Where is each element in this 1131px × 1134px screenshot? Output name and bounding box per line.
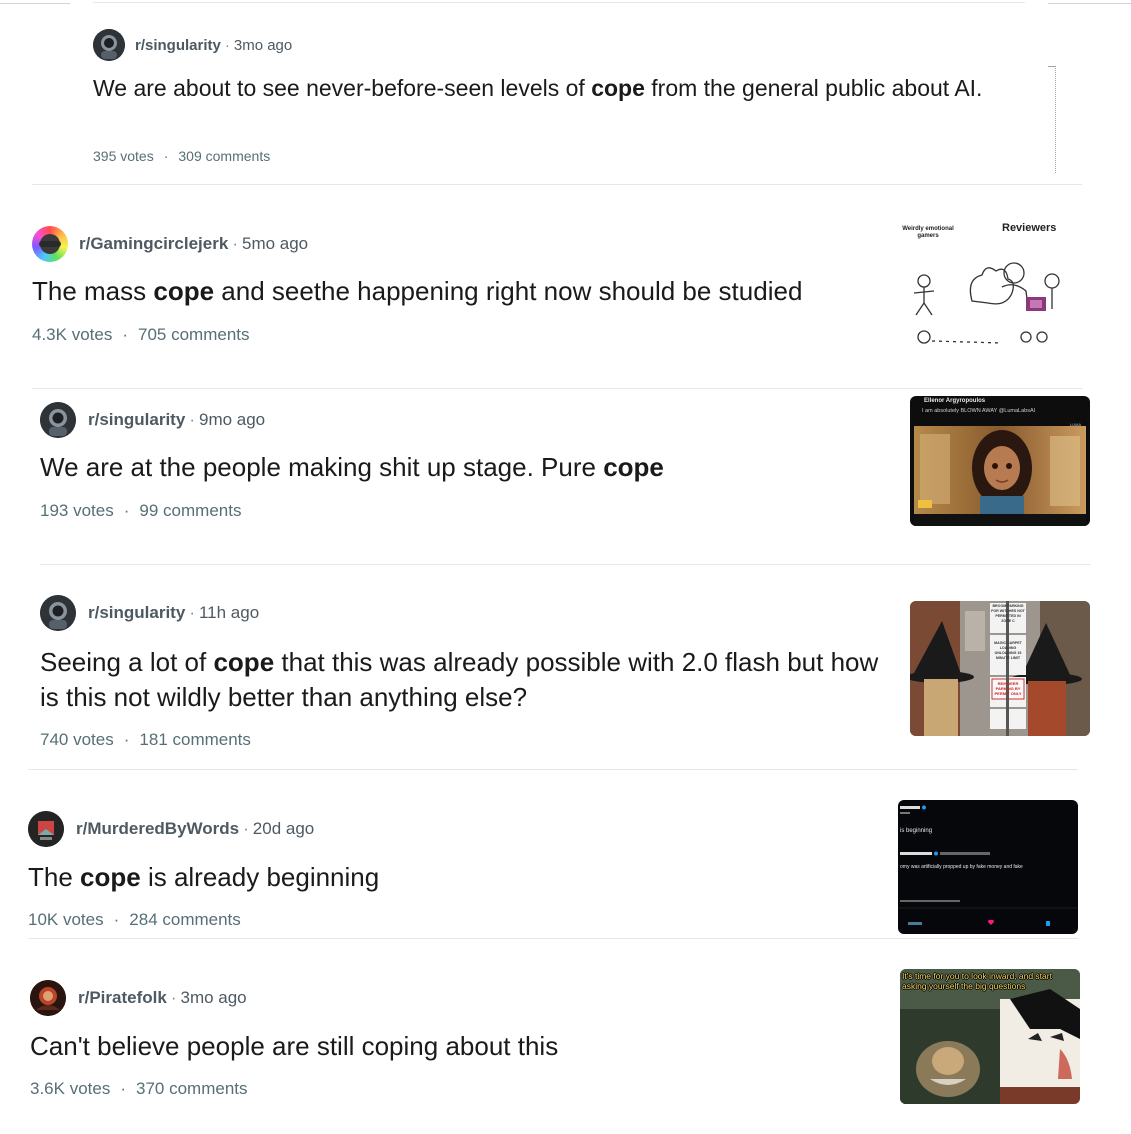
post-age: 11h ago [198,603,260,622]
post-card[interactable]: r/singularity · 9mo ago We are at the pe… [0,389,1131,564]
title-text: The [28,862,81,892]
subreddit-avatar[interactable] [93,29,125,61]
vote-count: 3.6K votes [30,1079,111,1098]
post-stats: 10K votes · 284 comments [28,910,241,930]
post-thumbnail[interactable]: It's time for you to look inward, and st… [900,969,1080,1104]
meta-separator: · [189,603,195,622]
meta-separator: · [243,819,249,838]
post-meta: r/singularity · 11h ago [40,595,259,631]
post-title[interactable]: The mass cope and seethe happening right… [32,276,892,307]
post-meta: r/MurderedByWords · 20d ago [28,811,314,847]
post-meta: r/singularity · 9mo ago [40,402,265,438]
post-age: 9mo ago [198,410,266,429]
stick-figure-drawing [913,262,1060,344]
vote-count: 395 votes [93,148,154,164]
subreddit-avatar[interactable] [40,595,76,631]
comment-count[interactable]: 284 comments [129,910,241,929]
subreddit-link[interactable]: r/singularity [88,603,185,623]
subreddit-avatar[interactable] [28,811,64,847]
comment-count[interactable]: 181 comments [139,730,251,749]
post-title[interactable]: The cope is already beginning [28,862,878,893]
subreddit-avatar[interactable] [32,226,68,262]
post-title[interactable]: Seeing a lot of cope that this was alrea… [40,645,890,715]
post-stats: 740 votes · 181 comments [40,730,251,750]
vote-count: 10K votes [28,910,104,929]
post-stats: 395 votes · 309 comments [93,148,270,164]
vote-count: 740 votes [40,730,114,749]
post-thumbnail[interactable]: Weirdly emotional gamers Reviewers [902,211,1078,349]
meta-separator: · [232,234,238,253]
meta-separator: · [224,36,230,54]
post-card[interactable]: r/Piratefolk · 3mo ago Can't believe peo… [0,939,1131,1134]
title-text: from the general public about AI. [644,75,983,101]
comment-count[interactable]: 309 comments [178,148,270,164]
title-highlight: cope [603,452,664,482]
post-stats: 3.6K votes · 370 comments [30,1079,248,1099]
vote-count: 193 votes [40,501,114,520]
stats-separator: · [123,730,130,749]
sign-text-red: REINDEER PARKING BY PERMIT ONLY [994,681,1022,696]
title-text: We are at the people making shit up stag… [40,452,604,482]
subreddit-link[interactable]: r/MurderedByWords [76,819,239,839]
subreddit-avatar[interactable] [30,980,66,1016]
post-title[interactable]: Can't believe people are still coping ab… [30,1031,880,1062]
tweet-line-2: omy was artificially propped up by fake … [900,864,1023,870]
subreddit-link[interactable]: r/singularity [88,410,185,430]
post-card[interactable]: r/singularity · 3mo ago We are about to … [0,0,1131,184]
tweet-line-1: is beginning [900,828,933,834]
post-thumbnail[interactable]: BROOM PARKING FOR WITCHES NOT PERMITTED … [910,601,1090,736]
post-stats: 193 votes · 99 comments [40,501,241,521]
post-age: 3mo ago [233,36,293,54]
subreddit-link[interactable]: r/singularity [135,37,221,54]
title-text: Can't believe people are still coping ab… [30,1031,559,1061]
title-highlight: cope [591,75,645,101]
meta-separator: · [189,410,195,429]
sign-text-mid: MAGIC CARPET LOADING UNLOADING 15 MINUTE… [994,641,1022,660]
thumbnail-border [1048,66,1056,173]
stats-separator: · [120,1079,126,1098]
post-thumbnail[interactable]: Ellenor Argyropoulos I am absolutely BLO… [910,396,1090,526]
meme-caption: It's time for you to look inward, and st… [902,971,1052,991]
post-age: 20d ago [252,819,315,838]
post-age: 5mo ago [241,234,309,253]
title-highlight: cope [213,647,275,677]
comment-count[interactable]: 705 comments [138,325,250,344]
post-meta: r/Gamingcirclejerk · 5mo ago [32,226,308,262]
post-title[interactable]: We are at the people making shit up stag… [40,452,890,483]
meta-separator: · [170,988,177,1007]
post-thumbnail[interactable]: is beginning omy was artificially proppe… [898,800,1078,934]
title-highlight: cope [153,276,215,306]
post-meta: r/Piratefolk · 3mo ago [30,980,247,1016]
sign-text-top: BROOM PARKING FOR WITCHES NOT PERMITTED … [991,604,1025,623]
comment-count[interactable]: 99 comments [139,501,241,520]
stats-separator: · [113,910,120,929]
post-age: 3mo ago [180,988,247,1007]
subreddit-avatar[interactable] [40,402,76,438]
post-title[interactable]: We are about to see never-before-seen le… [93,73,1023,104]
stats-separator: · [163,148,169,164]
title-text: is already beginning [140,862,380,892]
post-stats: 4.3K votes · 705 comments [32,325,250,345]
title-text: The mass [32,276,154,306]
title-text: We are about to see never-before-seen le… [93,75,592,101]
post-card[interactable]: r/Gamingcirclejerk · 5mo ago The mass co… [0,185,1131,387]
title-text: and seethe happening right now should be… [214,276,803,306]
post-card[interactable]: r/MurderedByWords · 20d ago The cope is … [0,770,1131,938]
post-card[interactable]: r/singularity · 11h ago Seeing a lot of … [0,565,1131,769]
comment-count[interactable]: 370 comments [136,1079,248,1098]
subreddit-link[interactable]: r/Piratefolk [78,988,167,1008]
stats-separator: · [123,501,130,520]
subreddit-link[interactable]: r/Gamingcirclejerk [79,234,228,254]
title-highlight: cope [80,862,141,892]
vote-count: 4.3K votes [32,325,113,344]
post-meta: r/singularity · 3mo ago [93,29,292,61]
stats-separator: · [122,325,128,344]
title-text: Seeing a lot of [40,647,214,677]
animated-girl-image [914,426,1086,526]
